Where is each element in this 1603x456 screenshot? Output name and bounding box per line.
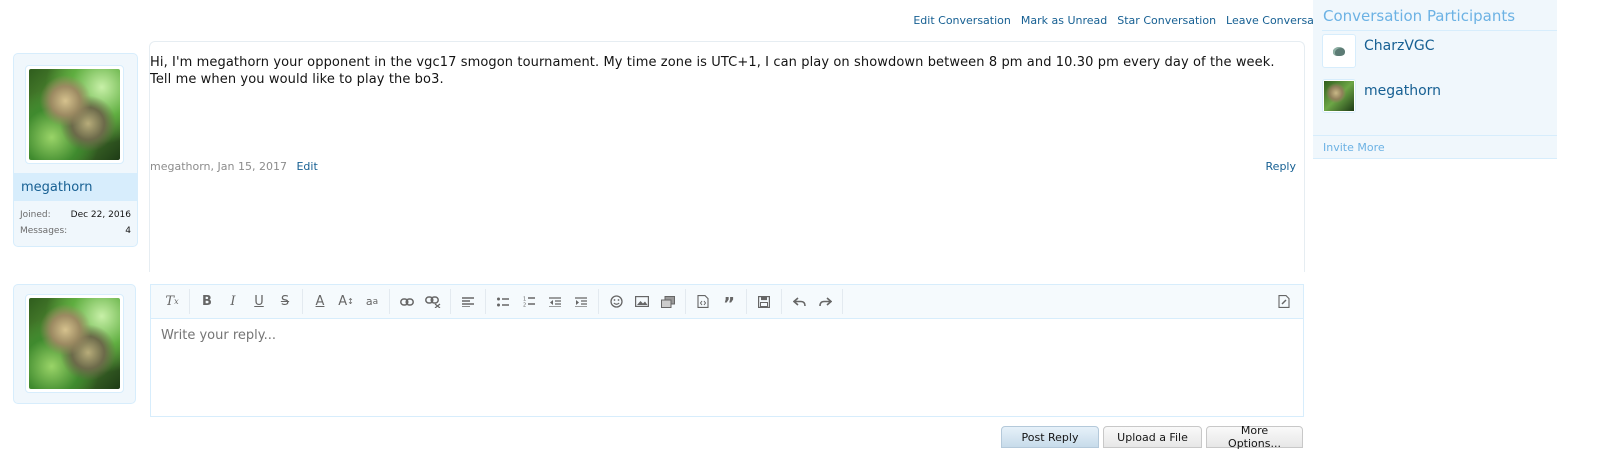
sidebar-footer: Invite More — [1313, 135, 1557, 157]
reply-editor: Tx B I U S A A ↕ aa 1 2 ” Write your rep… — [150, 284, 1304, 417]
avatar — [29, 298, 120, 389]
participant-name-link[interactable]: megathorn — [1364, 83, 1441, 99]
conversation-actions: Edit Conversation Mark as Unread Star Co… — [913, 14, 1335, 27]
messages-value: 4 — [125, 226, 131, 236]
undo-icon[interactable] — [786, 291, 812, 313]
redo-icon[interactable] — [812, 291, 838, 313]
reply-textarea[interactable] — [159, 327, 1293, 344]
avatar-link[interactable] — [25, 65, 124, 164]
quote-icon[interactable]: ” — [716, 288, 742, 316]
joined-value: Dec 22, 2016 — [70, 210, 131, 220]
align-icon[interactable] — [455, 291, 481, 313]
svg-text:2: 2 — [523, 303, 526, 308]
editor-toolbar: Tx B I U S A A ↕ aa 1 2 ” — [151, 285, 1303, 319]
username-link[interactable]: megathorn — [21, 180, 93, 195]
participant-name-link[interactable]: CharzVGC — [1364, 38, 1435, 54]
participant-avatar[interactable] — [1322, 79, 1356, 113]
participant-item[interactable]: CharzVGC — [1322, 34, 1552, 72]
reply-user-info — [13, 284, 136, 404]
media-icon[interactable] — [655, 291, 681, 313]
reply-avatar-link[interactable] — [25, 294, 124, 393]
bold-icon[interactable]: B — [194, 291, 220, 313]
avatar — [1333, 46, 1345, 56]
bullet-list-icon[interactable] — [490, 291, 516, 313]
message-user-info: megathorn Joined: Dec 22, 2016 Messages:… — [13, 53, 138, 247]
remove-format-icon[interactable]: Tx — [159, 291, 185, 313]
edit-message-link[interactable]: Edit — [296, 160, 317, 173]
participant-item[interactable]: megathorn — [1322, 79, 1552, 117]
invite-more-link[interactable]: Invite More — [1323, 141, 1385, 154]
message-body: Hi, I'm megathorn your opponent in the v… — [149, 41, 1305, 272]
smilie-icon[interactable] — [603, 291, 629, 313]
message-line-1: Hi, I'm megathorn your opponent in the v… — [150, 55, 1275, 70]
font-size-icon[interactable]: A ↕ — [333, 291, 359, 313]
post-reply-button[interactable]: Post Reply — [1001, 426, 1099, 448]
reply-buttons: Post Reply Upload a File More Options... — [1001, 424, 1303, 450]
link-icon[interactable] — [394, 291, 420, 313]
save-draft-icon[interactable] — [751, 291, 777, 313]
strikethrough-icon[interactable]: S — [272, 291, 298, 313]
text-color-icon[interactable]: A — [307, 291, 333, 313]
image-icon[interactable] — [629, 291, 655, 313]
indent-icon[interactable] — [568, 291, 594, 313]
more-options-button[interactable]: More Options... — [1206, 424, 1303, 450]
message-text: Hi, I'm megathorn your opponent in the v… — [150, 54, 1290, 88]
messages-label: Messages: — [20, 226, 68, 236]
conversation-participants-panel: Conversation Participants CharzVGC megat… — [1313, 0, 1557, 159]
upload-file-button[interactable]: Upload a File — [1103, 426, 1202, 448]
edit-conversation-link[interactable]: Edit Conversation — [913, 14, 1011, 27]
joined-label: Joined: — [20, 210, 51, 220]
numbered-list-icon[interactable]: 12 — [516, 291, 542, 313]
participant-avatar[interactable] — [1322, 34, 1356, 68]
sidebar-title: Conversation Participants — [1323, 7, 1516, 25]
star-conversation-link[interactable]: Star Conversation — [1117, 14, 1216, 27]
toggle-bbcode-icon[interactable] — [1271, 290, 1297, 312]
font-family-icon[interactable]: aa — [359, 291, 385, 313]
message: megathorn Joined: Dec 22, 2016 Messages:… — [13, 41, 1333, 276]
user-extra-info: Joined: Dec 22, 2016 Messages: 4 — [20, 210, 131, 242]
italic-icon[interactable]: I — [220, 291, 246, 313]
username-bar: megathorn — [14, 173, 137, 201]
sidebar-divider — [1322, 30, 1557, 31]
message-line-2: Tell me when you would like to play the … — [150, 72, 444, 87]
outdent-icon[interactable] — [542, 291, 568, 313]
avatar — [1324, 81, 1354, 111]
mark-unread-link[interactable]: Mark as Unread — [1021, 14, 1107, 27]
message-author-date: megathorn, Jan 15, 2017 — [150, 160, 287, 173]
reply-link[interactable]: Reply — [1266, 160, 1296, 173]
message-meta: megathorn, Jan 15, 2017 Edit — [150, 160, 318, 173]
code-icon[interactable] — [690, 291, 716, 313]
underline-icon[interactable]: U — [246, 291, 272, 313]
unlink-icon[interactable] — [420, 291, 446, 313]
avatar — [29, 69, 120, 160]
